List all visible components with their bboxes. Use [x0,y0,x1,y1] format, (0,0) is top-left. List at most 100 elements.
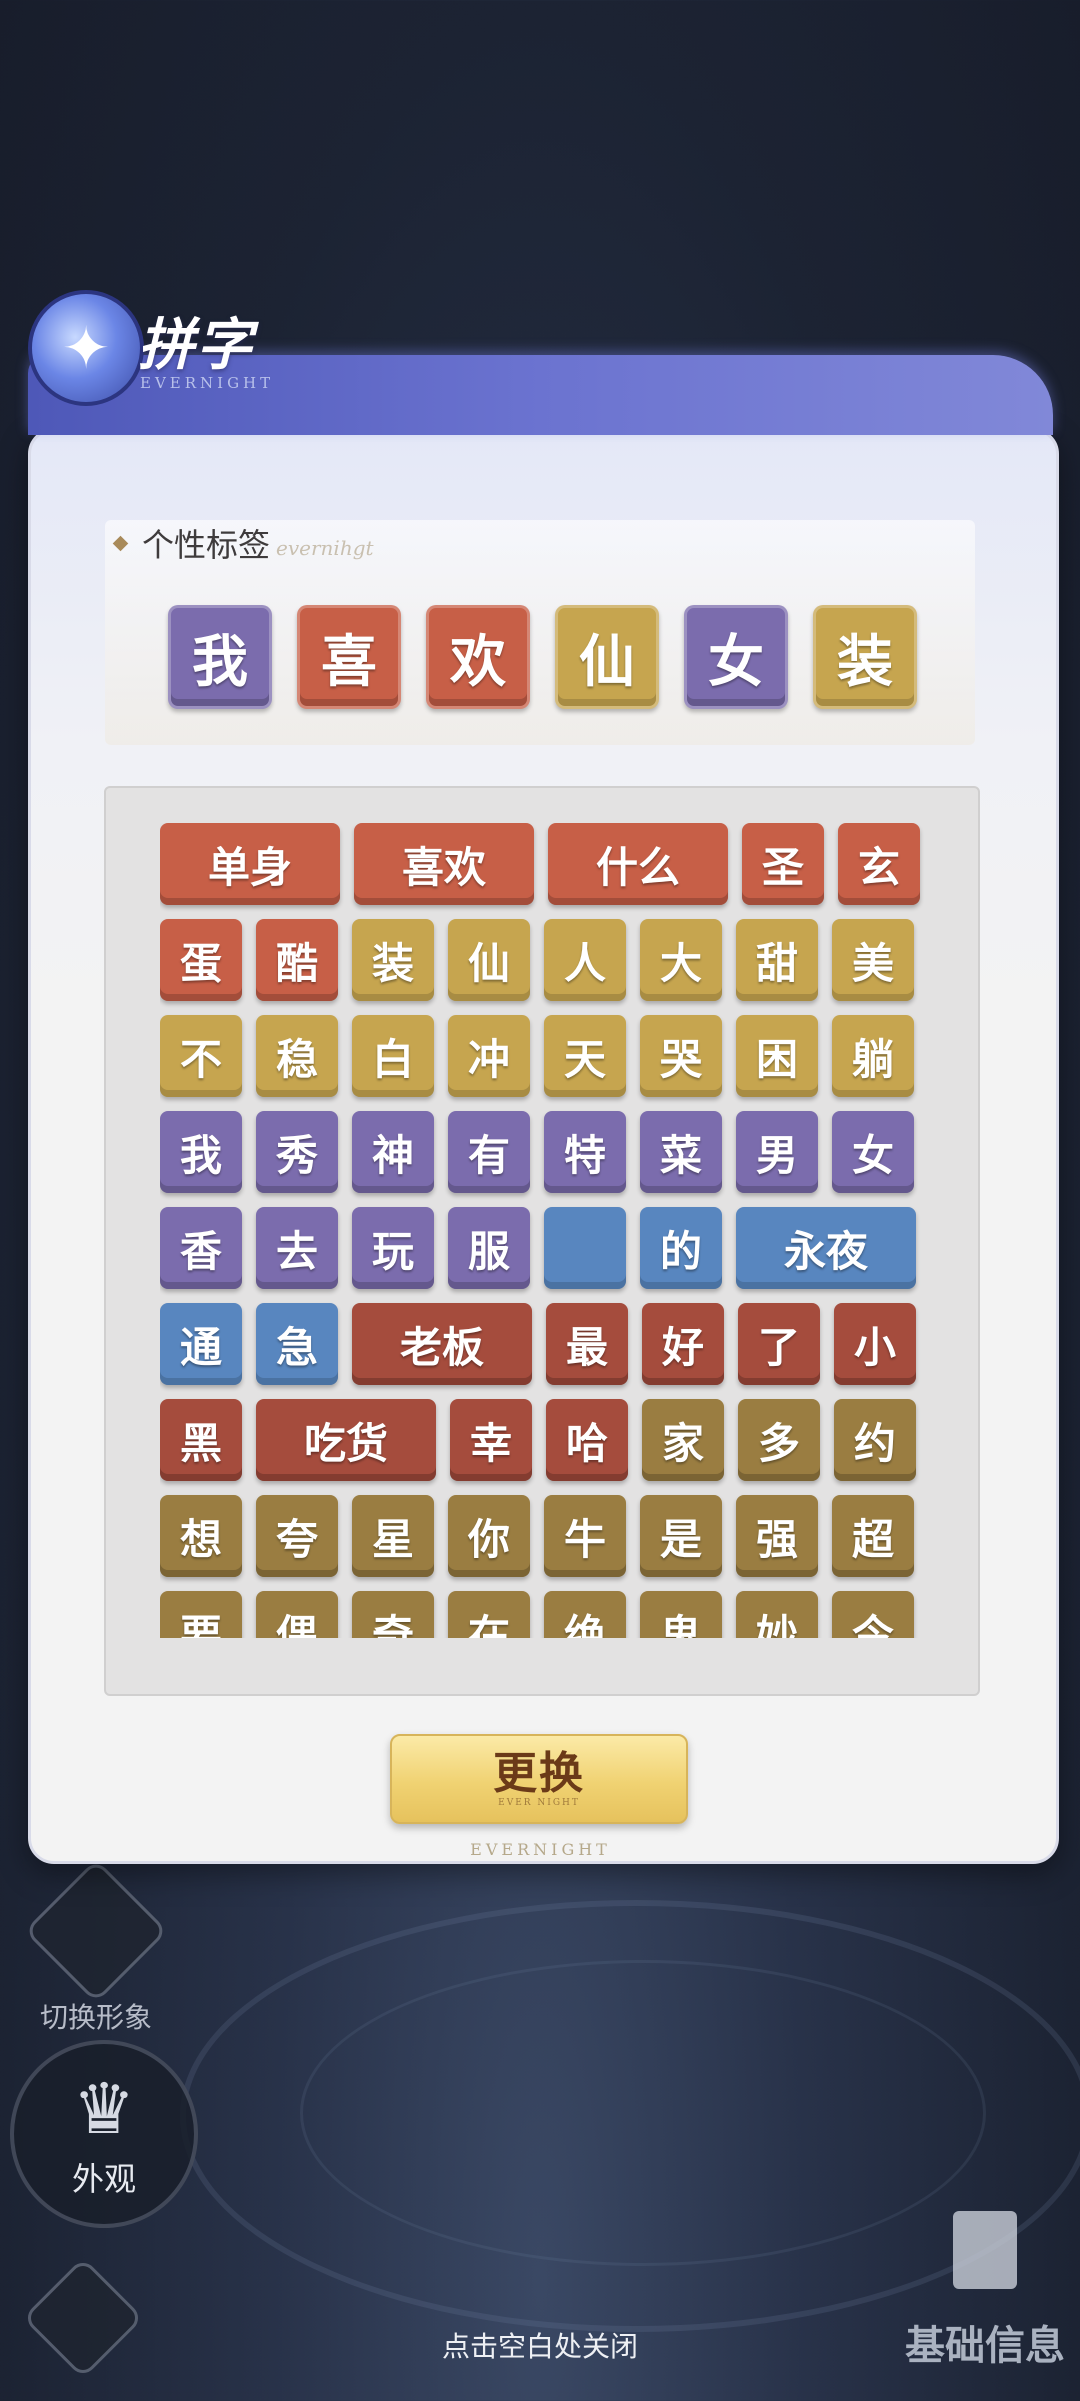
character-tile[interactable]: 夸 [256,1495,338,1577]
character-tile[interactable]: 通 [160,1303,242,1385]
character-tile[interactable]: 女 [832,1111,914,1193]
character-tile[interactable] [544,1207,626,1289]
character-tile[interactable]: 偶 [256,1591,338,1638]
character-tile[interactable]: 去 [256,1207,338,1289]
character-tile[interactable]: 哭 [640,1015,722,1097]
selected-tag-tile[interactable]: 喜 [297,605,401,709]
character-tile[interactable]: 装 [352,919,434,1001]
character-tile[interactable]: 强 [736,1495,818,1577]
character-tile[interactable]: 蛋 [160,919,242,1001]
character-tile[interactable]: 什么 [548,823,728,905]
character-tile[interactable]: 急 [256,1303,338,1385]
character-tile[interactable]: 喜欢 [354,823,534,905]
panel-subtitle: EVERNIGHT [140,374,275,392]
character-tile[interactable]: 绝 [544,1591,626,1638]
character-tile[interactable]: 星 [352,1495,434,1577]
selected-tag-tile[interactable]: 装 [813,605,917,709]
character-tile[interactable]: 白 [352,1015,434,1097]
appearance-button[interactable]: ♛ 外观 [10,2040,198,2228]
close-hint[interactable]: 点击空白处关闭 [0,2325,1080,2365]
character-tile[interactable]: 躺 [832,1015,914,1097]
character-tile[interactable]: 我 [160,1111,242,1193]
character-tile[interactable]: 男 [736,1111,818,1193]
tag-title: 个性标签 [142,527,271,563]
selected-tag-tile[interactable]: 欢 [426,605,530,709]
character-tile[interactable]: 今 [832,1591,914,1638]
character-tile[interactable]: 美 [832,919,914,1001]
switch-avatar-label: 切换形象 [40,2002,153,2033]
character-tile[interactable]: 多 [738,1399,820,1481]
person-icon [23,1858,169,2004]
character-tile[interactable]: 小 [834,1303,916,1385]
character-tile[interactable]: 约 [834,1399,916,1481]
character-tile[interactable]: 哈 [546,1399,628,1481]
panel-title: 拼字 [138,312,254,378]
grid-row: 通急老板最好了小 [160,1303,930,1385]
grid-row: 单身 喜欢 什么圣玄 [160,823,930,905]
character-tile[interactable]: 妙 [736,1591,818,1638]
character-tile[interactable]: 黑 [160,1399,242,1481]
character-tile[interactable]: 幸 [450,1399,532,1481]
grid-row: 想夸星你牛是强超 [160,1495,930,1577]
selected-tag-tile[interactable]: 女 [684,605,788,709]
grid-row: 香去玩服 的永夜 [160,1207,930,1289]
character-tile[interactable]: 是 [640,1495,722,1577]
character-tile[interactable]: 服 [448,1207,530,1289]
star-emblem-icon: ✦ [28,290,144,406]
character-tile[interactable]: 稳 [256,1015,338,1097]
character-tile[interactable]: 最 [546,1303,628,1385]
appearance-label: 外观 [71,2161,136,2197]
character-tile[interactable]: 玄 [838,823,920,905]
tag-deco-text: evernihgt [276,536,374,560]
character-tile[interactable]: 家 [642,1399,724,1481]
change-button-label: 更换 [493,1748,585,1799]
character-tile[interactable]: 好 [642,1303,724,1385]
character-tile[interactable]: 圣 [742,823,824,905]
character-tile[interactable]: 神 [352,1111,434,1193]
character-tile[interactable]: 牛 [544,1495,626,1577]
background-ring-inner [300,1960,986,2266]
character-tile[interactable]: 香 [160,1207,242,1289]
character-tile[interactable]: 鬼 [640,1591,722,1638]
character-tile[interactable]: 奇 [352,1591,434,1638]
character-tile[interactable]: 吃货 [256,1399,436,1481]
change-button[interactable]: 更换 EVER NIGHT [390,1734,688,1824]
panel-header: ✦ 拼字 EVERNIGHT [28,290,1053,450]
dress-icon: ♛ [72,2068,136,2150]
character-tile[interactable]: 困 [736,1015,818,1097]
character-tile[interactable]: 不 [160,1015,242,1097]
character-tile[interactable]: 老板 [352,1303,532,1385]
character-tile[interactable]: 了 [738,1303,820,1385]
character-tile[interactable]: 超 [832,1495,914,1577]
character-tile[interactable]: 特 [544,1111,626,1193]
grid-row: 蛋酷装仙人大甜美 [160,919,930,1001]
character-grid: 单身 喜欢 什么圣玄蛋酷装仙人大甜美不稳白冲天哭困躺我秀神有特菜男女香去玩服 的永夜通… [160,823,930,1638]
character-tile[interactable]: 冲 [448,1015,530,1097]
switch-avatar-button[interactable]: 切换形象 [23,1858,169,2036]
character-tile[interactable]: 天 [544,1015,626,1097]
tag-heading: 个性标签 evernihgt [112,520,374,566]
character-tile[interactable]: 的 [640,1207,722,1289]
character-tile[interactable]: 有 [448,1111,530,1193]
character-tile[interactable]: 在 [448,1591,530,1638]
character-tile[interactable]: 酷 [256,919,338,1001]
character-tile[interactable]: 你 [448,1495,530,1577]
character-tile[interactable]: 想 [160,1495,242,1577]
character-tile[interactable]: 仙 [448,919,530,1001]
character-tile[interactable]: 玩 [352,1207,434,1289]
selected-tag-tile[interactable]: 仙 [555,605,659,709]
grid-row: 黑吃货幸哈家多约 [160,1399,930,1481]
character-tile[interactable]: 甜 [736,919,818,1001]
character-tile[interactable]: 要 [160,1591,242,1638]
document-icon [953,2211,1017,2289]
grid-row: 我秀神有特菜男女 [160,1111,930,1193]
selected-tag-tile[interactable]: 我 [168,605,272,709]
character-tile[interactable]: 大 [640,919,722,1001]
character-tile[interactable]: 菜 [640,1111,722,1193]
change-button-sub: EVER NIGHT [498,1798,580,1808]
panel-footer: EVERNIGHT [470,1840,611,1859]
character-tile[interactable]: 单身 [160,823,340,905]
character-tile[interactable]: 秀 [256,1111,338,1193]
character-tile[interactable]: 永夜 [736,1207,916,1289]
character-tile[interactable]: 人 [544,919,626,1001]
